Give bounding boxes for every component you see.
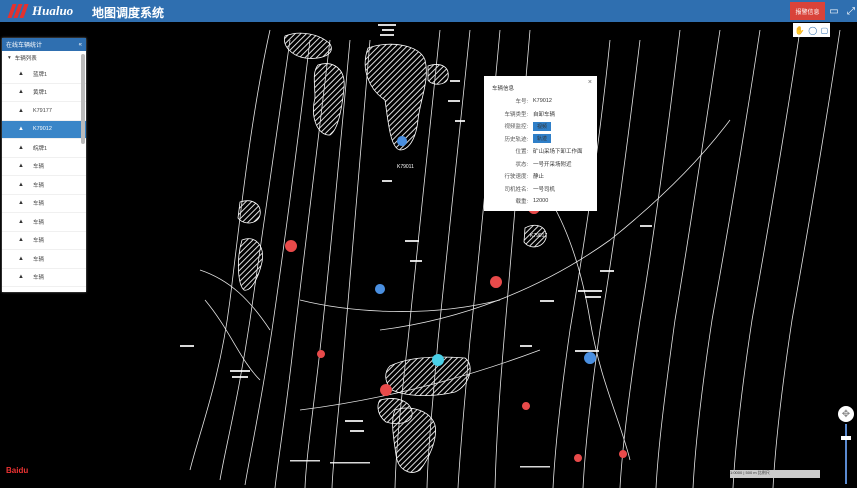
vehicle-icon: ▲ [18,237,24,244]
logo-text: Hualuo [32,3,74,18]
vehicle-icon: ▲ [18,89,24,96]
popup-row-key: 载重: [515,199,528,205]
popup-row: 车号: K79012 [484,96,597,106]
vehicle-list-label: 皖牌1 [32,145,48,152]
popup-row-value: K79012 [533,98,552,104]
pan-control-icon[interactable]: ✥ [838,406,854,422]
fullscreen-icon[interactable]: ⤢ [843,2,857,20]
scale-bar: 1:0000 | 500 m 比例尺 [730,470,820,478]
sidebar-group[interactable]: ▾ 车辆列表 [2,51,86,65]
popup-row-key: 历史轨迹: [504,136,528,143]
vehicle-list-item[interactable]: ▲ 车辆 [2,250,86,269]
rect-select-icon[interactable]: ▢ [821,26,829,35]
popup-action-button[interactable]: 视频 [533,121,552,131]
vehicle-list-item[interactable]: ▲ 车辆 [2,176,86,195]
sidebar-header: 在线车辆统计 « [2,38,86,51]
vehicle-list-item[interactable]: ▲ 车辆 [2,269,86,287]
popup-row-value: 一号开采场附近 [533,161,572,168]
popup-row-value: 自卸车辆 [533,111,556,118]
popup-row-key: 车号: [515,99,528,105]
popup-row-value: 12000 [533,198,549,204]
zoom-handle[interactable] [841,436,851,440]
popup-title: 车辆信息 [492,86,515,92]
map-label-1: K79011 [397,164,414,170]
alarm-button[interactable]: 报警信息 [790,2,825,20]
vehicle-list-item[interactable]: ▲ K79012 [2,120,86,139]
vehicle-list-item[interactable]: ▲ 车辆 [2,232,86,250]
zoom-slider[interactable] [845,424,847,484]
vehicle-icon: ▲ [18,274,24,281]
vehicle-list: ▲ 蓝牌1 ▲ 黄牌1 ▲ K79177 ▲ K79012 ▲ 皖牌1 ▲ 车辆 ▲ 车辆 ▲ 车辆 ▲ 车辆 ▲ 车… [2,65,86,292]
vehicle-icon: ▲ [18,218,24,225]
vehicle-info-popup: 车辆信息 × 车号: K79012 车辆类型: 自卸车辆 视频监控: 视频 历史轨迹: 轨迹位… [484,76,597,211]
vehicle-list-label: 车辆 [32,201,44,208]
top-bar: Hualuo 地图调度系统 报警信息 ▭ ⤢ [0,0,857,22]
popup-row: 视频监控: 视频 [484,121,597,131]
popup-row-key: 司机姓名: [504,186,528,193]
vehicle-list-label: 车辆 [32,238,44,245]
circle-select-icon[interactable]: ◯ [808,26,817,35]
vehicle-icon: ▲ [18,144,24,151]
popup-row-key: 状态: [515,161,528,168]
vehicle-list-item[interactable]: ▲ 蓝牌1 [2,65,86,84]
vehicle-list-label: 车辆 [32,219,44,226]
sidebar-group-label: 车辆列表 [14,56,37,62]
popup-row-value: 矿山采场下卸工作面 [533,149,583,155]
vehicle-icon: ▲ [18,181,24,188]
vehicle-list-label: 车辆 [32,164,44,171]
vehicle-list-item[interactable]: ▲ 车辆 [2,213,86,232]
app-title: 地图调度系统 [92,6,165,20]
caret-down-icon: ▾ [8,55,11,61]
vehicle-list-label: 蓝牌1 [32,71,48,78]
vehicle-icon: ▲ [18,70,24,77]
popup-row: 状态: 一号开采场附近 [484,159,597,169]
popup-row: 载重: 12000 [484,196,597,206]
popup-row: 位置: 矿山采场下卸工作面 [484,146,597,156]
vehicle-icon: ▲ [18,200,24,207]
close-icon[interactable]: × [588,79,592,86]
vehicle-list-label: K79012 [32,126,52,133]
vehicle-list-label: K79177 [32,107,52,114]
popup-row: 行驶速度: 静止 [484,171,597,181]
map-canvas[interactable] [0,22,857,488]
vehicle-list-label: 黄牌1 [32,90,48,97]
collapse-icon[interactable]: « [79,42,82,48]
popup-row-key: 位置: [515,149,528,155]
logo-mark-icon [7,4,30,18]
sidebar-scrollbar[interactable] [81,54,85,144]
popup-row: 车辆类型: 自卸车辆 [484,109,597,119]
popup-row-key: 车辆类型: [504,111,528,118]
company-logo: Hualuo [7,3,74,19]
alarm-button-label: 报警信息 [795,9,820,16]
vehicle-list-label: 车辆 [32,256,44,263]
popup-row: 司机姓名: 一号司机 [484,184,597,194]
vehicle-icon: ▲ [18,163,24,170]
vehicle-sidebar: 在线车辆统计 « ▾ 车辆列表 ▲ 蓝牌1 ▲ 黄牌1 ▲ K79177 ▲ K79012 ▲ 皖… [2,38,86,292]
vehicle-icon: ▲ [18,255,24,262]
vehicle-icon: ▲ [18,107,24,114]
pan-hand-icon[interactable]: ✋ [795,26,805,35]
sidebar-title: 在线车辆统计 [6,43,43,49]
vehicle-list-item[interactable]: ▲车辆 [2,287,86,292]
map-tools: ✋ ◯ ▢ [793,23,830,37]
popup-row-value: 静止 [533,174,545,180]
popup-row-key: 视频监控: [504,124,528,130]
zoom-control: ✥ [838,406,854,484]
popup-row: 历史轨迹: 轨迹 [484,134,597,144]
vehicle-list-item[interactable]: ▲ K79177 [2,102,86,121]
vehicle-list-item[interactable]: ▲ 车辆 [2,195,86,213]
map-label-2: K79017 [530,233,548,239]
vehicle-icon: ▲ [18,126,24,133]
vehicle-list-item[interactable]: ▲ 皖牌1 [2,139,86,158]
popup-action-button[interactable]: 轨迹 [533,134,552,143]
vehicle-list-label: 车辆 [32,182,44,189]
map-provider-logo: Baidu [6,466,29,475]
vehicle-list-label: 车辆 [32,275,44,282]
vehicle-list-item[interactable]: ▲ 黄牌1 [2,84,86,102]
popup-row-key: 行驶速度: [504,174,528,180]
vehicle-list-item[interactable]: ▲ 车辆 [2,158,86,176]
popup-row-value: 一号司机 [533,186,556,193]
monitor-icon[interactable]: ▭ [826,2,842,20]
